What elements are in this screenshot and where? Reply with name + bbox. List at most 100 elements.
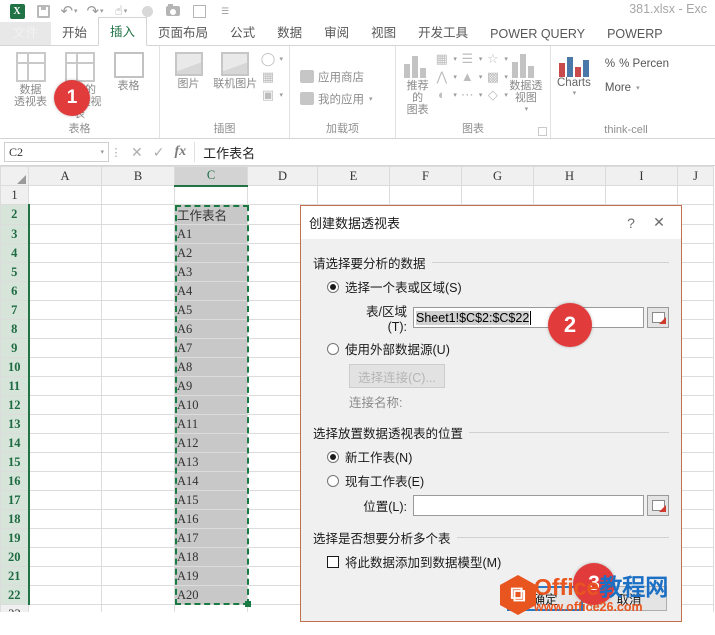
cell-B18[interactable] <box>101 509 175 529</box>
cell-C12[interactable]: A10 <box>174 395 248 415</box>
more-button[interactable]: More ▾ <box>601 79 673 97</box>
cell-A14[interactable] <box>28 433 102 453</box>
cell-J8[interactable] <box>677 319 714 339</box>
row-header-1[interactable]: 1 <box>0 185 29 205</box>
cell-J23[interactable] <box>677 604 714 612</box>
cell-B22[interactable] <box>101 585 175 605</box>
cell-H1[interactable] <box>533 185 606 205</box>
cell-A10[interactable] <box>28 357 102 377</box>
row-header-4[interactable]: 4 <box>0 243 30 263</box>
col-header-C[interactable]: C <box>174 166 248 187</box>
row-header-16[interactable]: 16 <box>0 471 30 491</box>
cell-C3[interactable]: A1 <box>174 224 248 244</box>
col-header-A[interactable]: A <box>28 166 102 186</box>
row-header-23[interactable]: 23 <box>0 604 29 612</box>
my-apps-button[interactable]: 我的应用 ▾ <box>296 88 389 110</box>
row-header-10[interactable]: 10 <box>0 357 30 377</box>
cell-A5[interactable] <box>28 262 102 282</box>
row-header-13[interactable]: 13 <box>0 414 30 434</box>
cell-B4[interactable] <box>101 243 175 263</box>
range-picker-button[interactable] <box>647 307 669 328</box>
cell-C4[interactable]: A2 <box>174 243 248 263</box>
cell-J5[interactable] <box>677 262 714 282</box>
tab-data[interactable]: 数据 <box>266 19 313 45</box>
cell-B10[interactable] <box>101 357 175 377</box>
cell-J18[interactable] <box>677 509 714 529</box>
pivot-icon[interactable] <box>186 1 212 21</box>
row-header-17[interactable]: 17 <box>0 490 30 510</box>
row-header-19[interactable]: 19 <box>0 528 30 548</box>
cell-J4[interactable] <box>677 243 714 263</box>
bar-chart-icon[interactable]: ☆ <box>484 51 501 66</box>
radio-existing-worksheet[interactable]: 现有工作表(E) <box>327 471 669 490</box>
undo-icon[interactable]: ↶ ▾ <box>56 1 82 21</box>
cell-A16[interactable] <box>28 471 102 491</box>
tab-formulas[interactable]: 公式 <box>219 19 266 45</box>
cell-B8[interactable] <box>101 319 175 339</box>
row-header-6[interactable]: 6 <box>0 281 30 301</box>
cell-I1[interactable] <box>605 185 678 205</box>
cell-A1[interactable] <box>28 185 102 205</box>
cell-B15[interactable] <box>101 452 175 472</box>
cell-C1[interactable] <box>174 185 248 205</box>
cell-A23[interactable] <box>28 604 102 612</box>
picture-button[interactable]: 图片 <box>166 49 211 90</box>
cell-D1[interactable] <box>247 185 318 205</box>
cell-B6[interactable] <box>101 281 175 301</box>
cell-B17[interactable] <box>101 490 175 510</box>
cancel-formula-icon[interactable]: ✕ <box>131 144 143 161</box>
cell-A9[interactable] <box>28 338 102 358</box>
store-button[interactable]: 应用商店 <box>296 66 389 88</box>
formula-input[interactable]: 工作表名 <box>194 142 711 162</box>
cell-J20[interactable] <box>677 547 714 567</box>
select-all-corner[interactable] <box>0 166 29 186</box>
cell-J21[interactable] <box>677 566 714 586</box>
cell-J11[interactable] <box>677 376 714 396</box>
cell-B7[interactable] <box>101 300 175 320</box>
cell-J14[interactable] <box>677 433 714 453</box>
cell-F1[interactable] <box>389 185 462 205</box>
cell-C8[interactable]: A6 <box>174 319 248 339</box>
shapes-icon[interactable]: ◯ <box>259 51 276 66</box>
cell-B2[interactable] <box>101 204 175 225</box>
row-header-5[interactable]: 5 <box>0 262 30 282</box>
cell-C14[interactable]: A12 <box>174 433 248 453</box>
row-header-3[interactable]: 3 <box>0 224 30 244</box>
cell-J17[interactable] <box>677 490 714 510</box>
cell-C17[interactable]: A15 <box>174 490 248 510</box>
cell-A6[interactable] <box>28 281 102 301</box>
row-header-2[interactable]: 2 <box>0 204 30 225</box>
cell-A18[interactable] <box>28 509 102 529</box>
help-icon[interactable]: ? <box>617 215 645 231</box>
tab-review[interactable]: 审阅 <box>313 19 360 45</box>
cell-B1[interactable] <box>101 185 175 205</box>
table-button[interactable]: 表格 <box>104 49 153 92</box>
camera-icon[interactable] <box>160 1 186 21</box>
think-cell-charts-button[interactable]: Charts ▾ <box>557 53 591 97</box>
radio-external-source[interactable]: 使用外部数据源(U) <box>327 339 669 358</box>
cell-B14[interactable] <box>101 433 175 453</box>
cell-J7[interactable] <box>677 300 714 320</box>
row-header-11[interactable]: 11 <box>0 376 30 396</box>
tab-view[interactable]: 视图 <box>360 19 407 45</box>
cell-B11[interactable] <box>101 376 175 396</box>
cell-J3[interactable] <box>677 224 714 244</box>
tab-page-layout[interactable]: 页面布局 <box>147 19 219 45</box>
cell-A21[interactable] <box>28 566 102 586</box>
cell-A15[interactable] <box>28 452 102 472</box>
radio-select-range[interactable]: 选择一个表或区域(S) <box>327 277 669 296</box>
cell-A12[interactable] <box>28 395 102 415</box>
cell-A11[interactable] <box>28 376 102 396</box>
cell-C15[interactable]: A13 <box>174 452 248 472</box>
close-icon[interactable]: ✕ <box>645 214 673 231</box>
percent-button[interactable]: % % Percen <box>601 55 673 73</box>
online-picture-button[interactable]: 联机图片 <box>211 49 259 90</box>
row-header-8[interactable]: 8 <box>0 319 30 339</box>
tab-insert[interactable]: 插入 <box>98 17 148 46</box>
location-picker-button[interactable] <box>647 495 669 516</box>
cell-J1[interactable] <box>677 185 714 205</box>
pie-chart-icon[interactable]: ◐ <box>433 87 450 102</box>
row-header-12[interactable]: 12 <box>0 395 30 415</box>
tab-powerpivot[interactable]: POWERP <box>596 24 674 45</box>
cell-A13[interactable] <box>28 414 102 434</box>
